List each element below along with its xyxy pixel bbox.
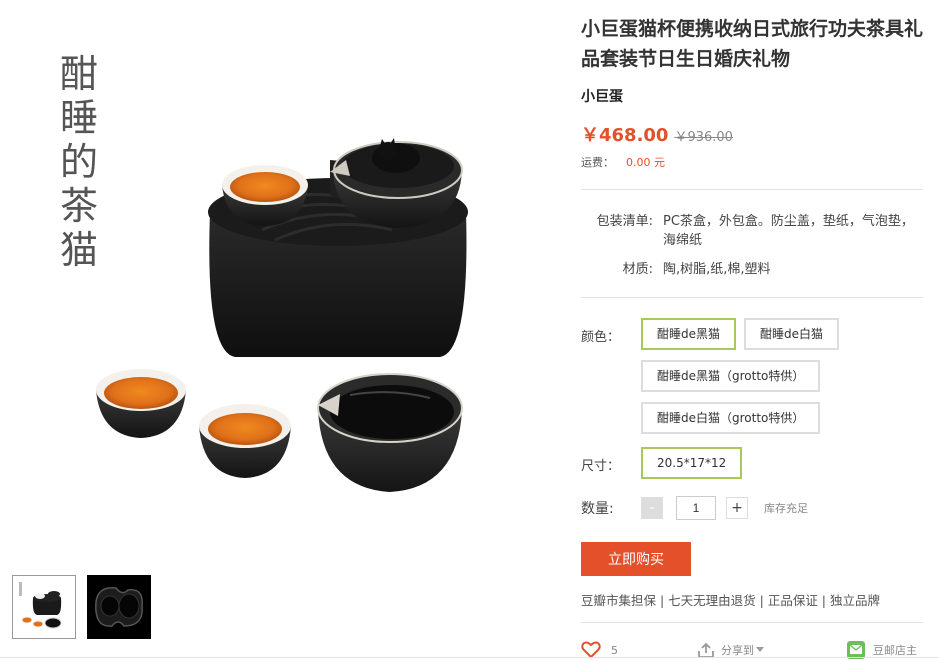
shipping-value: 0.00 元 — [626, 156, 665, 169]
spec-package: 包装清单: PC茶盒，外包盒。防尘盖，垫纸，气泡垫，海绵纸 — [581, 212, 926, 250]
spec-label: 材质: — [622, 262, 653, 277]
original-price: ￥936.00 — [674, 130, 733, 145]
size-label: 尺寸： — [581, 459, 621, 474]
guarantee-text: 豆瓣市集担保 | 七天无理由退货 | 正品保证 | 独立品牌 — [581, 593, 880, 608]
quantity-input[interactable] — [676, 496, 716, 520]
divider — [581, 297, 923, 298]
price-row: ￥468.00 ￥936.00 — [581, 121, 926, 147]
color-option-white-cat-grotto[interactable]: 酣睡de白猫（grotto特供） — [641, 402, 821, 434]
thumbnail-strip — [12, 575, 151, 639]
share-label: 分享到 — [721, 644, 754, 657]
teacup-middle — [199, 404, 291, 478]
divider — [581, 189, 923, 190]
color-selector: 颜色： 酣睡de黑猫 酣睡de白猫 酣睡de黑猫（grotto特供） 酣睡de白… — [581, 318, 926, 434]
quantity-selector: 数量: - + 库存充足 — [581, 496, 926, 520]
color-label: 颜色： — [581, 330, 621, 345]
size-selector: 尺寸： 20.5*17*12 — [581, 447, 926, 479]
color-options: 酣睡de黑猫 酣睡de白猫 酣睡de黑猫（grotto特供） 酣睡de白猫（gr… — [641, 318, 921, 434]
size-options: 20.5*17*12 — [641, 447, 921, 479]
spec-label: 包装清单: — [596, 214, 653, 229]
product-title: 小巨蛋猫杯便携收纳日式旅行功夫茶具礼品套装节日生日婚庆礼物 — [581, 18, 924, 70]
shipping-info: 运费： 0.00 元 — [581, 154, 926, 170]
teaset-illustration — [96, 138, 468, 492]
buy-now-button[interactable]: 立即购买 — [581, 542, 691, 576]
quantity-decrease-button[interactable]: - — [641, 497, 663, 519]
current-price: ￥468.00 — [581, 125, 669, 146]
color-option-black-cat-grotto[interactable]: 酣睡de黑猫（grotto特供） — [641, 360, 821, 392]
share-button[interactable]: 分享到 — [697, 642, 764, 659]
quantity-increase-button[interactable]: + — [726, 497, 748, 519]
color-option-black-cat[interactable]: 酣睡de黑猫 — [641, 318, 737, 350]
product-info: 小巨蛋猫杯便携收纳日式旅行功夫茶具礼品套装节日生日婚庆礼物 小巨蛋 ￥468.0… — [581, 0, 926, 661]
spec-value: PC茶盒，外包盒。防尘盖，垫纸，气泡垫，海绵纸 — [663, 214, 914, 248]
quantity-label: 数量: — [581, 501, 614, 517]
page-bottom-divider — [0, 657, 939, 658]
open-pitcher — [317, 373, 463, 492]
like-count: 5 — [611, 643, 618, 657]
caret-down-icon — [756, 647, 764, 652]
brand-name[interactable]: 小巨蛋 — [581, 86, 926, 106]
product-main-image[interactable]: 酣睡的茶猫 — [0, 0, 560, 565]
teacup-left — [96, 369, 186, 438]
thumb-tray-illustration — [95, 587, 143, 627]
owner-label: 豆邮店主 — [873, 644, 917, 657]
spec-material: 材质: 陶,树脂,纸,棉,塑料 — [581, 260, 926, 279]
stock-status: 库存充足 — [764, 502, 808, 515]
size-option[interactable]: 20.5*17*12 — [641, 447, 743, 479]
product-gallery: 酣睡的茶猫 — [0, 0, 560, 661]
thumb-front-illustration — [19, 582, 62, 629]
color-option-white-cat[interactable]: 酣睡de白猫 — [744, 318, 840, 350]
divider — [581, 622, 923, 623]
shipping-label: 运费： — [581, 156, 614, 169]
share-icon — [698, 642, 714, 658]
thumb-teaset-front[interactable] — [12, 575, 76, 639]
spec-value: 陶,树脂,纸,棉,塑料 — [663, 262, 771, 277]
thumb-teaset-tray[interactable] — [87, 575, 151, 639]
